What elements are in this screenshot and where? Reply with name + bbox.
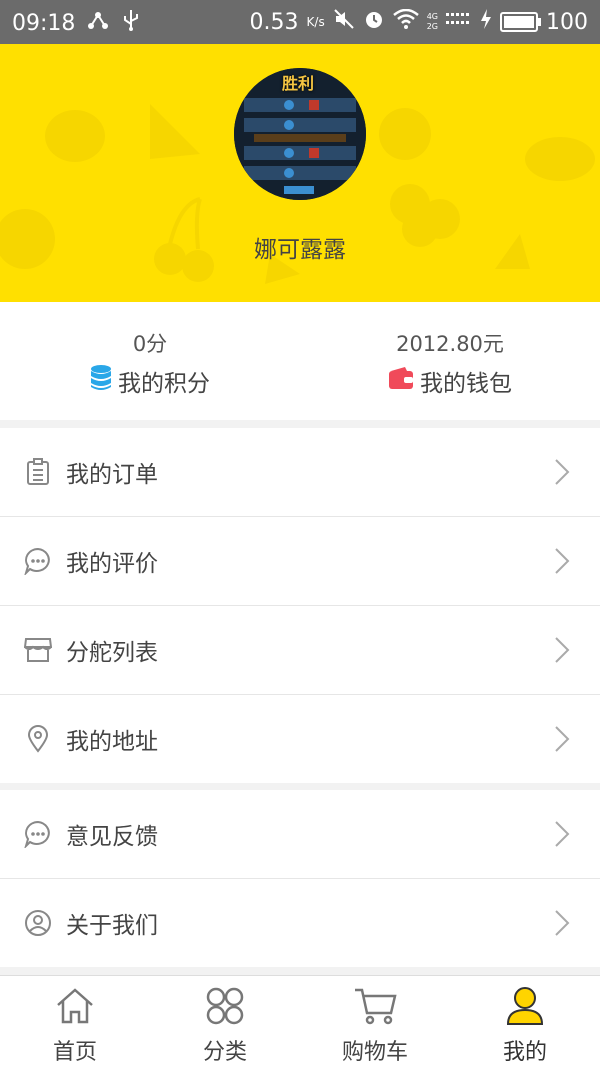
- network-type-labels: 4G 2G: [426, 12, 438, 31]
- avatar-caption: 胜利: [282, 74, 315, 93]
- network-share-icon: [87, 9, 109, 37]
- menu-item-label: 我的地址: [66, 729, 158, 755]
- chevron-right-icon: [554, 820, 570, 852]
- mute-icon: [333, 8, 355, 36]
- username: 娜可露露: [254, 237, 346, 263]
- cart-icon: [300, 984, 450, 1028]
- charging-icon: [480, 8, 492, 36]
- wallet-icon: [388, 366, 414, 396]
- tab-category[interactable]: 分类: [150, 976, 300, 1068]
- chevron-right-icon: [554, 458, 570, 490]
- net-speed-value: 0.53: [249, 9, 299, 35]
- tab-cart[interactable]: 购物车: [300, 976, 450, 1068]
- database-icon: [90, 365, 112, 397]
- menu-item-label: 关于我们: [66, 913, 158, 939]
- chevron-right-icon: [554, 909, 570, 941]
- bottom-tab-bar: 首页 分类 购物车 我的: [0, 975, 600, 1068]
- person-icon: [450, 984, 600, 1028]
- alarm-icon: [363, 8, 385, 36]
- menu-item-address[interactable]: 我的地址: [0, 695, 600, 783]
- clipboard-icon: [24, 458, 52, 486]
- menu-item-label: 我的评价: [66, 551, 158, 577]
- profile-header: 胜利 娜可露露: [0, 44, 600, 302]
- menu-group-secondary: 意见反馈 关于我们: [0, 790, 600, 967]
- chevron-right-icon: [554, 636, 570, 668]
- avatar[interactable]: 胜利: [234, 68, 366, 200]
- wallet-stat[interactable]: 2012.80元 我的钱包: [300, 302, 600, 420]
- menu-item-about[interactable]: 关于我们: [0, 879, 600, 967]
- store-icon: [24, 636, 52, 664]
- battery-percent: 100: [546, 9, 588, 35]
- wallet-label: 我的钱包: [420, 371, 512, 397]
- menu-item-reviews[interactable]: 我的评价: [0, 517, 600, 606]
- menu-item-label: 我的订单: [66, 462, 158, 488]
- points-stat[interactable]: 0分 我的积分: [0, 302, 300, 420]
- chevron-right-icon: [554, 547, 570, 579]
- wallet-value: 2012.80元: [396, 332, 504, 356]
- tab-label: 购物车: [341, 1040, 408, 1065]
- points-value: 0分: [132, 332, 168, 356]
- tab-mine[interactable]: 我的: [450, 976, 600, 1068]
- tab-home[interactable]: 首页: [0, 976, 150, 1068]
- chat-bubble-icon: [24, 547, 52, 575]
- location-pin-icon: [24, 725, 52, 753]
- battery-icon: [500, 12, 541, 32]
- chevron-right-icon: [554, 725, 570, 757]
- menu-group-main: 我的订单 我的评价 分舵列表 我的地址: [0, 428, 600, 783]
- menu-item-branches[interactable]: 分舵列表: [0, 606, 600, 695]
- clock-time: 09:18: [12, 10, 76, 36]
- wifi-icon: [392, 8, 419, 35]
- tab-label: 分类: [202, 1040, 247, 1065]
- usb-icon: [121, 8, 141, 38]
- menu-item-label: 意见反馈: [66, 824, 158, 850]
- chat-bubble-icon: [24, 820, 52, 848]
- tab-label: 首页: [52, 1040, 97, 1065]
- grid-icon: [150, 984, 300, 1028]
- points-label: 我的积分: [118, 371, 210, 397]
- tab-label: 我的: [502, 1040, 547, 1065]
- stats-panel: 0分 我的积分 2012.80元 我的钱包: [0, 302, 600, 420]
- user-circle-icon: [24, 909, 52, 937]
- menu-item-feedback[interactable]: 意见反馈: [0, 790, 600, 879]
- home-icon: [0, 984, 150, 1028]
- net-speed-unit: K/s: [306, 15, 325, 29]
- menu-item-orders[interactable]: 我的订单: [0, 428, 600, 517]
- status-bar: 09:18 0.53 K/s 4G 2G 100: [0, 0, 600, 44]
- signal-icon: [446, 9, 472, 35]
- menu-item-label: 分舵列表: [66, 640, 158, 666]
